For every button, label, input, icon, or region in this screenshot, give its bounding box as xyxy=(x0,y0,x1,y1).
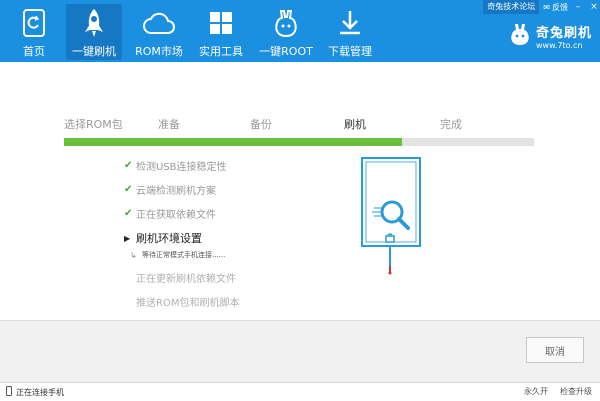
nav-home-label: 首页 xyxy=(23,45,45,58)
close-button[interactable]: × xyxy=(588,1,600,13)
task-label: 云端检测刷机方案 xyxy=(136,186,216,197)
task-label: 推送ROM包和刷机脚本 xyxy=(136,298,240,309)
feedback-link[interactable]: ✉ 反馈 xyxy=(543,2,568,13)
grid-icon xyxy=(204,7,238,39)
check-icon: ✔ xyxy=(124,160,133,171)
task-item: ✔ 正在获取依赖文件 xyxy=(124,206,216,221)
top-toolbar: 首页 一键刷机 ROM市场 实用工具 一键ROOT 下载管理 奇兔技术论坛 ✉ … xyxy=(0,0,600,62)
cloud-icon xyxy=(142,7,176,39)
connection-status: 正在连接手机 xyxy=(6,386,64,398)
feedback-label: 反馈 xyxy=(552,2,568,12)
play-arrow-icon: ▶ xyxy=(124,233,131,243)
check-icon: ✔ xyxy=(124,184,133,195)
step-select-rom: 选择ROM包 xyxy=(64,118,123,131)
brand-logo: 奇兔刷机 www.7to.cn xyxy=(508,22,592,50)
action-area: 取消 xyxy=(0,320,600,383)
step-indicator: 选择ROM包 准备 备份 刷机 完成 xyxy=(0,116,600,132)
step-backup: 备份 xyxy=(250,118,272,131)
window-controls: 奇兔技术论坛 ✉ 反馈 – × xyxy=(483,0,600,14)
rocket-icon xyxy=(77,7,111,39)
task-item: ✔ 检测USB连接稳定性 xyxy=(124,158,227,173)
task-item: 正在更新刷机依赖文件 xyxy=(136,270,236,285)
task-label: 正在获取依赖文件 xyxy=(136,210,216,221)
main-panel xyxy=(0,62,600,320)
status-item[interactable]: 永久开 xyxy=(524,386,548,397)
check-icon: ✔ xyxy=(124,208,133,219)
download-icon xyxy=(333,7,367,39)
task-label: 正在更新刷机依赖文件 xyxy=(136,274,236,285)
task-label: 刷机环境设置 xyxy=(136,232,202,245)
task-sublabel: 等待正常模式手机连接...... xyxy=(142,251,226,259)
task-label: 检测USB连接稳定性 xyxy=(136,162,227,173)
nav-one-click-root[interactable]: 一键ROOT xyxy=(258,4,314,60)
nav-download-manager[interactable]: 下载管理 xyxy=(324,4,376,60)
progress-fill xyxy=(64,138,403,146)
task-item-current: ▶ 刷机环境设置 xyxy=(124,230,202,246)
phone-search-icon xyxy=(360,156,424,276)
step-flash: 刷机 xyxy=(344,118,366,131)
rabbit-icon xyxy=(269,7,303,39)
rabbit-logo-icon xyxy=(508,22,532,50)
nav-one-click-root-label: 一键ROOT xyxy=(259,45,313,58)
phone-icon xyxy=(6,386,12,398)
nav-rom-market[interactable]: ROM市场 xyxy=(134,4,184,60)
nav-download-manager-label: 下载管理 xyxy=(328,45,372,58)
flash-progress-bar xyxy=(64,138,534,146)
nav-tools[interactable]: 实用工具 xyxy=(196,4,246,60)
branch-icon: ↳ xyxy=(130,250,137,260)
brand-url: www.7to.cn xyxy=(535,41,583,50)
task-item: 推送ROM包和刷机脚本 xyxy=(136,294,239,309)
nav-rom-market-label: ROM市场 xyxy=(135,45,183,58)
minimize-button[interactable]: – xyxy=(572,1,584,13)
brand-name: 奇兔刷机 xyxy=(535,26,592,41)
cancel-button[interactable]: 取消 xyxy=(526,337,584,363)
step-complete: 完成 xyxy=(440,118,462,131)
status-right: 永久开 检查升级 xyxy=(524,386,592,397)
nav-tools-label: 实用工具 xyxy=(199,45,243,58)
nav-one-click-flash-label: 一键刷机 xyxy=(72,45,116,58)
nav-home[interactable]: 首页 xyxy=(12,4,56,60)
task-item: ✔ 云端检测刷机方案 xyxy=(124,182,216,197)
nav-one-click-flash[interactable]: 一键刷机 xyxy=(66,4,122,60)
status-bar: 正在连接手机 永久开 检查升级 xyxy=(0,382,600,401)
forum-link[interactable]: 奇兔技术论坛 xyxy=(483,0,540,14)
step-prepare: 准备 xyxy=(158,118,180,131)
connection-text: 正在连接手机 xyxy=(16,387,64,397)
home-icon xyxy=(17,7,51,39)
feedback-icon: ✉ xyxy=(543,2,550,12)
task-subitem: ↳ 等待正常模式手机连接...... xyxy=(130,250,225,260)
check-update-link[interactable]: 检查升级 xyxy=(560,386,592,397)
